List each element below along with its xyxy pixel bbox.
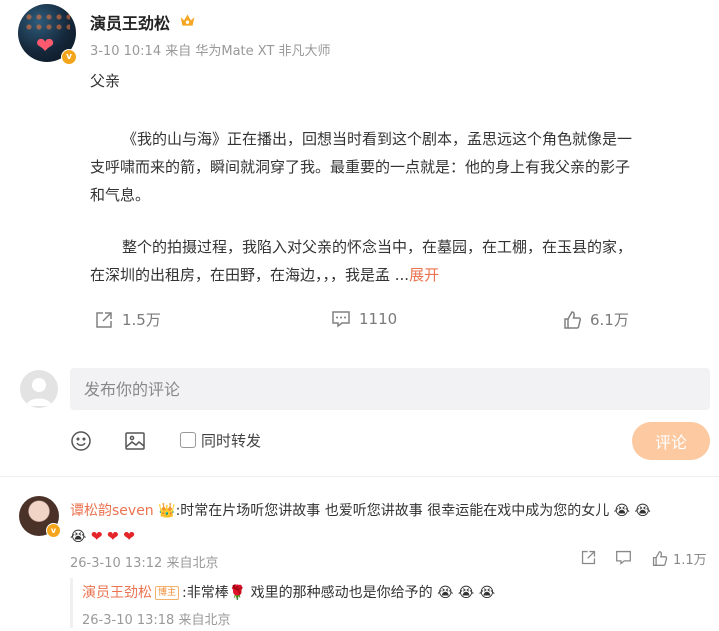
comment-button[interactable]: 1110 <box>331 309 397 329</box>
comment-icon <box>332 311 350 328</box>
divider <box>0 476 719 477</box>
reply-author-name[interactable]: 演员王劲松 <box>82 585 152 601</box>
author-tag: 博主 <box>155 586 180 600</box>
crying-face-emoji: 😭 <box>478 585 496 601</box>
comment-like-count: 1.1万 <box>673 553 707 568</box>
reply-body: 演员王劲松 博主:非常棒🌹 戏里的那种感动也是你给予的 😭 😭 😭 <box>82 582 495 602</box>
heart-icon: ❤ <box>36 34 55 59</box>
image-icon[interactable] <box>124 430 146 452</box>
comment-reply-button[interactable] <box>615 549 632 566</box>
submit-comment-button[interactable]: 评论 <box>632 422 710 460</box>
repost-button[interactable]: 1.5万 <box>94 309 161 330</box>
comment-like-button[interactable]: 1.1万 <box>651 549 707 568</box>
post-text-fragment: 在深圳的出租房，在田野，在海边，，，我是孟 ... <box>90 266 410 284</box>
author-name[interactable]: 演员王劲松 <box>90 10 170 34</box>
post-text-line: 整个的拍摄过程，我陷入对父亲的怀念当中，在墓园，在工棚，在玉县的家， <box>122 238 633 256</box>
repost-count: 1.5万 <box>122 311 161 329</box>
red-heart-emoji: ❤ <box>90 529 103 545</box>
post-text-line: 《我的山与海》正在播出，回想当时看到这个剧本，孟思远这个角色就像是一 <box>122 130 633 148</box>
crying-face-emoji: 😭 <box>634 503 651 519</box>
post-text-line: 支呼啸而来的箭，瞬间就洞穿了我。最重要的一点就是：他的身上有我父亲的影子 <box>90 158 631 176</box>
like-icon <box>652 551 668 566</box>
comment-text: :时常在片场听您讲故事 也爱听您讲故事 很幸运能在戏中成为您的女儿 <box>175 503 610 519</box>
verified-badge-icon: v <box>46 523 61 538</box>
repost-icon <box>581 550 596 565</box>
crying-face-emoji: 😭 <box>70 529 87 545</box>
comment-input[interactable] <box>70 368 710 410</box>
forward-label[interactable]: 同时转发 <box>201 430 261 451</box>
like-button[interactable]: 6.1万 <box>562 309 629 330</box>
repost-icon <box>96 311 112 328</box>
emoji-icon[interactable] <box>70 430 92 452</box>
crying-face-emoji: 😭 <box>437 585 454 601</box>
crying-face-emoji: 😭 <box>457 585 475 601</box>
comment-body: 谭松韵seven 👑:时常在片场听您讲故事 也爱听您讲故事 很幸运能在戏中成为您… <box>70 498 710 550</box>
comment-meta: 26-3-10 13:12 来自北京 <box>70 556 219 571</box>
rose-emoji: 🌹 <box>228 585 247 601</box>
reply-text-end: 戏里的那种感动也是你给予的 <box>246 585 433 601</box>
comment-repost-button[interactable] <box>580 549 597 566</box>
reply-meta: 26-3-10 13:18 来自北京 <box>82 613 231 628</box>
expand-link[interactable]: 展开 <box>409 266 439 284</box>
like-count: 6.1万 <box>590 311 629 329</box>
commenter-name[interactable]: 谭松韵seven <box>70 503 154 519</box>
post-text-line-last: 在深圳的出租房，在田野，在海边，，，我是孟 ...展开 <box>90 261 439 289</box>
red-heart-emoji: ❤ <box>123 529 135 545</box>
like-icon <box>564 310 582 329</box>
crown-icon: 👑 <box>158 503 176 519</box>
post-text-line: 和气息。 <box>90 186 151 204</box>
crown-icon <box>180 14 195 26</box>
post-meta: 3-10 10:14 来自 华为Mate XT 非凡大师 <box>90 44 331 59</box>
reply-thread-bar <box>70 578 73 628</box>
verified-badge-icon: v <box>61 49 77 65</box>
red-heart-emoji: ❤ <box>107 529 119 545</box>
post-text-line: 父亲 <box>90 72 121 90</box>
default-avatar-icon <box>26 378 52 406</box>
avatar-pattern <box>24 12 70 32</box>
forward-checkbox[interactable] <box>180 432 196 448</box>
reply-text-start: :非常棒 <box>182 585 229 601</box>
current-user-avatar <box>20 370 58 408</box>
crying-face-emoji: 😭 <box>613 503 631 519</box>
comment-count: 1110 <box>359 310 398 328</box>
comment-icon <box>616 550 631 565</box>
